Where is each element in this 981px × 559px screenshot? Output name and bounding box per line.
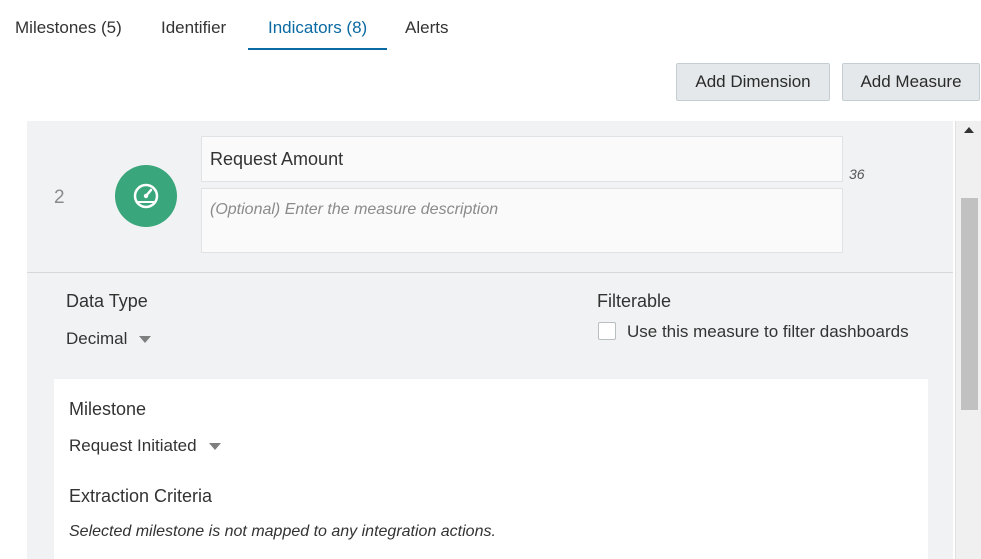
add-measure-button[interactable]: Add Measure (842, 63, 980, 101)
milestone-label: Milestone (69, 399, 147, 419)
filterable-checkbox-label[interactable]: Use this measure to filter dashboards (627, 322, 909, 342)
char-count: 36 (849, 166, 865, 182)
measure-header: 2 36 (27, 121, 953, 273)
data-type-dropdown[interactable]: Decimal (66, 329, 152, 349)
gauge-icon (115, 165, 177, 227)
data-type-label: Data Type (66, 291, 148, 311)
add-dimension-button[interactable]: Add Dimension (676, 63, 830, 101)
tab-bar: Milestones (5) Identifier Indicators (8)… (0, 0, 981, 50)
chevron-down-icon (139, 335, 152, 343)
vertical-scrollbar[interactable] (955, 121, 981, 559)
extraction-note: Selected milestone is not mapped to any … (69, 523, 496, 540)
milestone-section: Milestone Request Initiated Extraction C… (54, 379, 928, 559)
tab-milestones[interactable]: Milestones (5) (0, 0, 142, 50)
milestone-dropdown[interactable]: Request Initiated (69, 436, 221, 456)
measure-name-input[interactable] (201, 136, 843, 182)
tab-identifier[interactable]: Identifier (141, 0, 246, 50)
measure-card: 2 36 Data Type Decimal Filterable Use th… (27, 121, 953, 559)
filterable-checkbox[interactable] (598, 322, 616, 340)
extraction-criteria-label: Extraction Criteria (69, 486, 213, 506)
filterable-label: Filterable (597, 291, 672, 311)
milestone-value: Request Initiated (69, 436, 197, 455)
tab-indicators[interactable]: Indicators (8) (248, 0, 388, 50)
tab-alerts[interactable]: Alerts (385, 0, 468, 50)
data-type-value: Decimal (66, 329, 128, 348)
chevron-down-icon (208, 442, 221, 450)
measure-description-input[interactable] (201, 188, 843, 253)
scroll-thumb[interactable] (961, 198, 978, 410)
measure-index: 2 (54, 187, 65, 208)
scroll-up-icon[interactable] (964, 127, 974, 133)
